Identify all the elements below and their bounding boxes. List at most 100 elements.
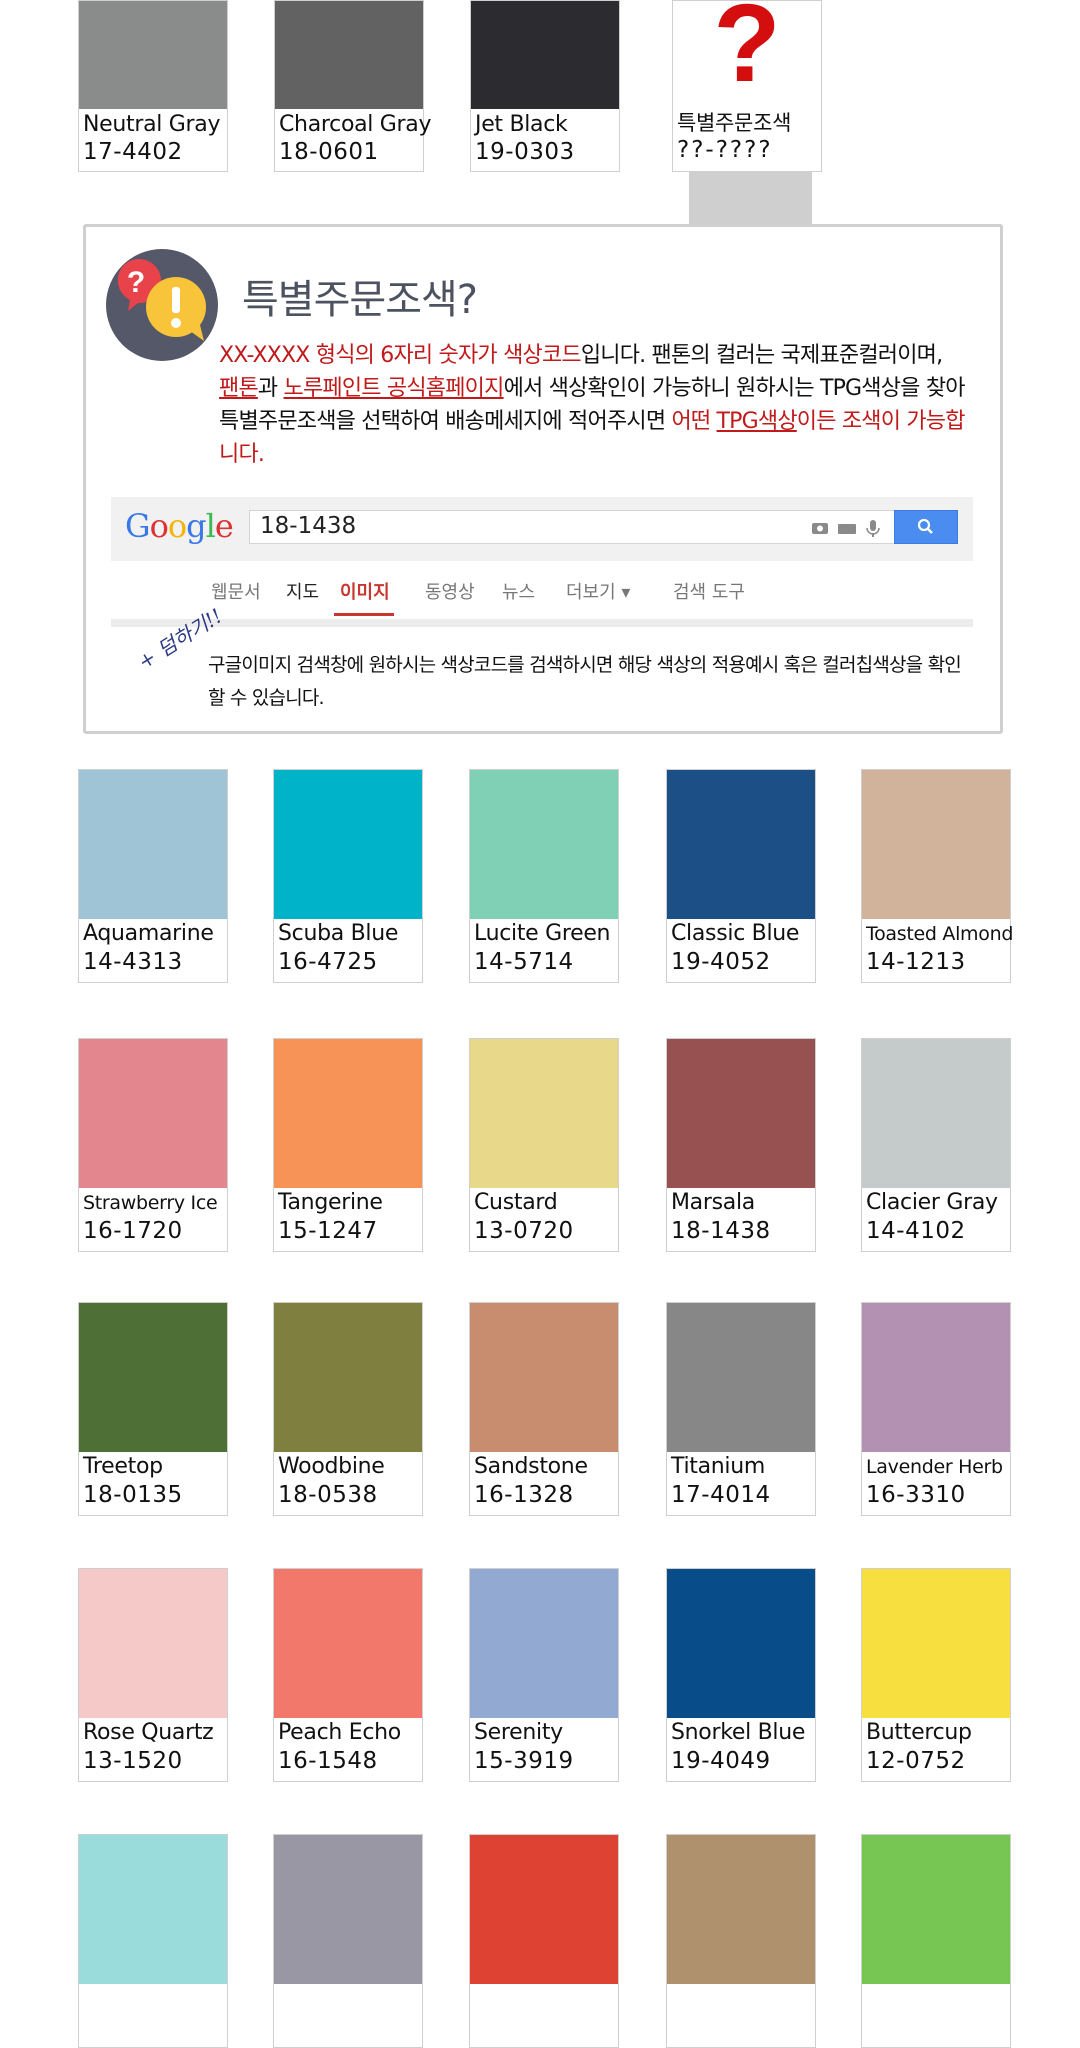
noroo-paint-link[interactable]: 노루페인트 공식홈페이지: [284, 376, 505, 401]
search-icon: [917, 518, 933, 534]
swatch-card: Rose Quartz 13-1520: [78, 1568, 228, 1782]
active-tab-underline: [334, 613, 394, 616]
swatch-card: Tangerine 15-1247: [273, 1038, 423, 1252]
swatch-name: Aquamarine: [83, 921, 214, 946]
swatch-card: Toasted Almond 14-1213: [861, 769, 1013, 983]
swatch-code: 18-0601: [279, 139, 379, 165]
swatch-name: Sandstone: [474, 1454, 588, 1479]
swatch-color: [274, 1835, 422, 1984]
pantone-link[interactable]: 팬톤: [219, 376, 259, 401]
swatch-card: Strawberry Ice 16-1720: [78, 1038, 228, 1252]
swatch-card: Aquamarine 14-4313: [78, 769, 228, 983]
swatch-code: 14-4102: [866, 1218, 966, 1244]
swatch-card: Neutral Gray 17-4402: [78, 0, 228, 172]
info-description: XX-XXXX 형식의 6자리 숫자가 색상코드입니다. 팬톤의 컬러는 국제표…: [219, 339, 979, 471]
swatch-name: Peach Echo: [278, 1720, 401, 1745]
swatch-color: [862, 1569, 1010, 1718]
swatch-name: Tangerine: [278, 1190, 383, 1215]
swatch-code: 18-1438: [671, 1218, 771, 1244]
swatch-color: [862, 1039, 1010, 1188]
swatch-code: 12-0752: [866, 1748, 966, 1774]
swatch-card: Scuba Blue 16-4725: [273, 769, 423, 983]
swatch-color: [667, 1303, 815, 1452]
svg-text:?: ?: [127, 266, 145, 299]
swatch-code: 16-1328: [474, 1482, 574, 1508]
svg-text:?: ?: [713, 1, 780, 105]
tab-images[interactable]: 이미지: [340, 578, 390, 604]
google-logo: Google: [125, 507, 234, 545]
swatch-color: [275, 1, 423, 109]
google-tabs: 웹문서 지도 이미지 동영상 뉴스 더보기 ▾ 검색 도구: [111, 572, 973, 627]
swatch-code: 19-4049: [671, 1748, 771, 1774]
swatch-code: 16-1548: [278, 1748, 378, 1774]
swatch-code: 16-3310: [866, 1482, 966, 1508]
swatch-name: Jet Black: [475, 112, 568, 137]
swatch-color: [667, 1569, 815, 1718]
swatch-card: Lavender Herb 16-3310: [861, 1302, 1011, 1516]
question-mark-icon: ?: [673, 0, 821, 109]
search-input[interactable]: 18-1438: [249, 510, 895, 544]
swatch-color: [667, 770, 815, 919]
swatch-color: [274, 1569, 422, 1718]
swatch-code: 14-1213: [866, 949, 966, 975]
swatch-name: Serenity: [474, 1720, 563, 1745]
swatch-card: [469, 1834, 619, 2048]
swatch-card: Jet Black 19-0303: [470, 0, 620, 172]
tab-search-tools[interactable]: 검색 도구: [673, 578, 745, 604]
tab-map[interactable]: 지도: [286, 578, 319, 604]
swatch-color: [274, 1039, 422, 1188]
swatch-code: 16-1720: [83, 1218, 183, 1244]
tab-news[interactable]: 뉴스: [502, 578, 535, 604]
color-code-highlight: XX-XXXX 형식의 6자리 숫자가 색상코드: [219, 343, 582, 368]
swatch-color: [79, 770, 227, 919]
swatch-name: Lavender Herb: [866, 1456, 1003, 1478]
swatch-card: [273, 1834, 423, 2048]
tpg-color-link[interactable]: TPG색상: [717, 409, 798, 434]
swatch-card: Treetop 18-0135: [78, 1302, 228, 1516]
special-order-info-box: ? 특별주문조색? XX-XXXX 형식의 6자리 숫자가 색상코드입니다. 팬…: [83, 224, 1003, 734]
tab-video[interactable]: 동영상: [425, 578, 475, 604]
camera-keyboard-mic-icons[interactable]: [812, 519, 882, 541]
swatch-card: Custard 13-0720: [469, 1038, 619, 1252]
search-button[interactable]: [894, 510, 958, 544]
swatch-code: 14-4313: [83, 949, 183, 975]
swatch-code: 13-1520: [83, 1748, 183, 1774]
swatch-color: [79, 1569, 227, 1718]
swatch-card: Woodbine 18-0538: [273, 1302, 423, 1516]
swatch-code: ??-????: [677, 137, 773, 163]
question-exclamation-bubbles-icon: ?: [104, 245, 220, 361]
swatch-color: [274, 770, 422, 919]
swatch-code: 16-4725: [278, 949, 378, 975]
swatch-color: [79, 1303, 227, 1452]
swatch-color: [470, 1303, 618, 1452]
tab-web[interactable]: 웹문서: [211, 578, 261, 604]
swatch-name: Classic Blue: [671, 921, 800, 946]
swatch-card: Serenity 15-3919: [469, 1568, 619, 1782]
swatch-card: [78, 1834, 228, 2048]
swatch-name: Custard: [474, 1190, 558, 1215]
swatch-name: Marsala: [671, 1190, 755, 1215]
swatch-color: [470, 1039, 618, 1188]
swatch-code: 17-4014: [671, 1482, 771, 1508]
swatch-color: [667, 1835, 815, 1984]
swatch-color: [862, 770, 1010, 919]
tab-more[interactable]: 더보기 ▾: [566, 578, 630, 604]
swatch-card: Classic Blue 19-4052: [666, 769, 816, 983]
swatch-color: [79, 1039, 227, 1188]
swatch-name: Scuba Blue: [278, 921, 399, 946]
info-title: 특별주문조색?: [242, 277, 478, 323]
swatch-code: 13-0720: [474, 1218, 574, 1244]
swatch-name: Snorkel Blue: [671, 1720, 806, 1745]
swatch-code: 14-5714: [474, 949, 574, 975]
swatch-color: [470, 1835, 618, 1984]
swatch-color: [274, 1303, 422, 1452]
tabs-divider: [111, 619, 973, 627]
swatch-color: [471, 1, 619, 109]
swatch-card: Snorkel Blue 19-4049: [666, 1568, 816, 1782]
swatch-color: [862, 1303, 1010, 1452]
swatch-card: [666, 1834, 816, 2048]
swatch-card: Sandstone 16-1328: [469, 1302, 619, 1516]
swatch-card: Marsala 18-1438: [666, 1038, 816, 1252]
swatch-code: 15-3919: [474, 1748, 574, 1774]
swatch-name: Rose Quartz: [83, 1720, 214, 1745]
